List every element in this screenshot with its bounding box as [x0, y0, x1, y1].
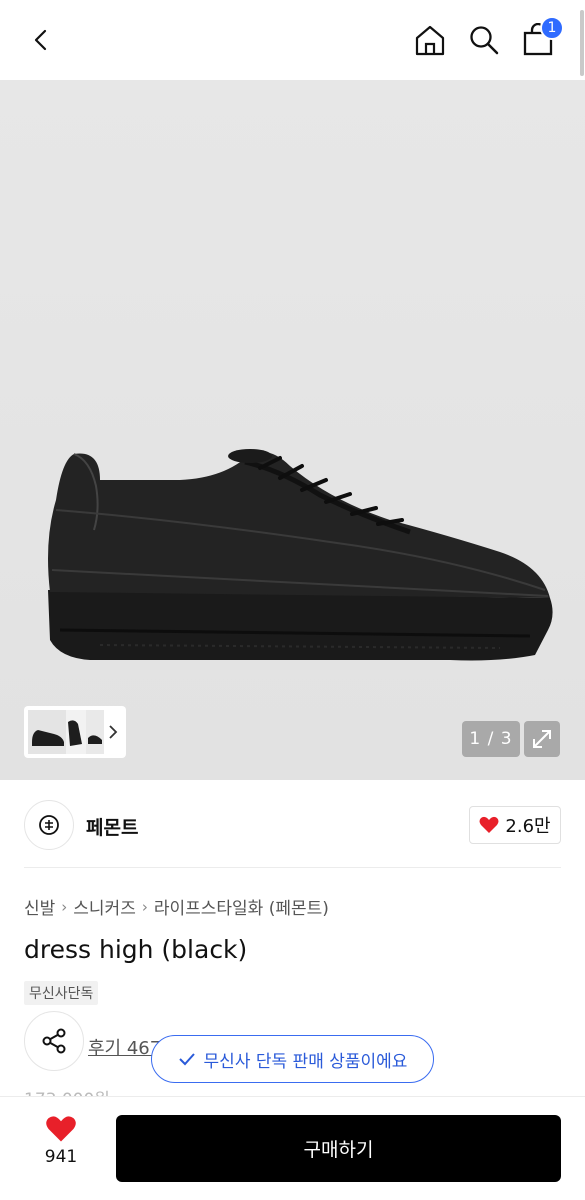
- brand-logo-icon: [39, 815, 59, 835]
- chevron-right-icon: ›: [61, 897, 68, 916]
- product-title: dress high (black): [24, 935, 248, 964]
- product-image: [48, 449, 553, 661]
- brand-like-count: 2.6만: [505, 816, 551, 837]
- chevron-right-icon: [109, 725, 118, 739]
- exclusive-toast: 무신사 단독 판매 상품이에요: [151, 1035, 434, 1083]
- breadcrumb-item-lifestyle[interactable]: 라이프스타일화 (페몬트): [154, 894, 329, 919]
- thumbnail-strip[interactable]: [24, 706, 126, 758]
- heart-icon: [479, 816, 499, 833]
- toast-message: 무신사 단독 판매 상품이에요: [203, 1051, 408, 1072]
- divider: [24, 867, 561, 868]
- chevron-right-icon: ›: [141, 897, 148, 916]
- image-page-counter: 1 / 3: [462, 721, 520, 757]
- breadcrumb: 신발 › 스니커즈 › 라이프스타일화 (페몬트): [24, 894, 329, 920]
- thumbnail-image[interactable]: [28, 710, 105, 754]
- brand-row: 페몬트 2.6만: [24, 800, 561, 850]
- share-button[interactable]: [24, 1011, 84, 1071]
- check-icon: [178, 1053, 195, 1066]
- bottom-action-bar: 941 구매하기: [0, 1096, 585, 1200]
- chevron-left-icon: [34, 29, 47, 51]
- thumbnail-shoes-image: [28, 710, 102, 754]
- home-icon: [415, 25, 445, 56]
- brand-name[interactable]: 페몬트: [86, 813, 138, 840]
- search-icon: [470, 26, 499, 55]
- cart-count-badge: 1: [540, 16, 564, 40]
- buy-button[interactable]: 구매하기: [116, 1115, 561, 1182]
- expand-image-button[interactable]: [524, 721, 560, 757]
- exclusive-badge: 무신사단독: [24, 981, 99, 1005]
- share-icon: [42, 1028, 66, 1054]
- breadcrumb-item-sneakers[interactable]: 스니커즈: [73, 894, 136, 919]
- cart-button[interactable]: 1: [516, 16, 564, 62]
- thumbnail-next-button[interactable]: [104, 724, 122, 740]
- wishlist-count: 941: [44, 1147, 78, 1167]
- search-button[interactable]: [462, 18, 506, 62]
- breadcrumb-item-shoes[interactable]: 신발: [24, 894, 55, 919]
- brand-logo[interactable]: [24, 800, 74, 850]
- back-button[interactable]: [22, 20, 62, 60]
- wishlist-button[interactable]: 941: [28, 1115, 94, 1185]
- product-image-gallery[interactable]: 1 / 3: [0, 80, 585, 780]
- home-button[interactable]: [408, 18, 452, 62]
- expand-icon: [533, 730, 551, 748]
- scrollbar[interactable]: [580, 10, 584, 76]
- heart-icon: [46, 1116, 76, 1142]
- brand-like-button[interactable]: 2.6만: [469, 806, 561, 844]
- top-app-bar: 1: [0, 0, 585, 80]
